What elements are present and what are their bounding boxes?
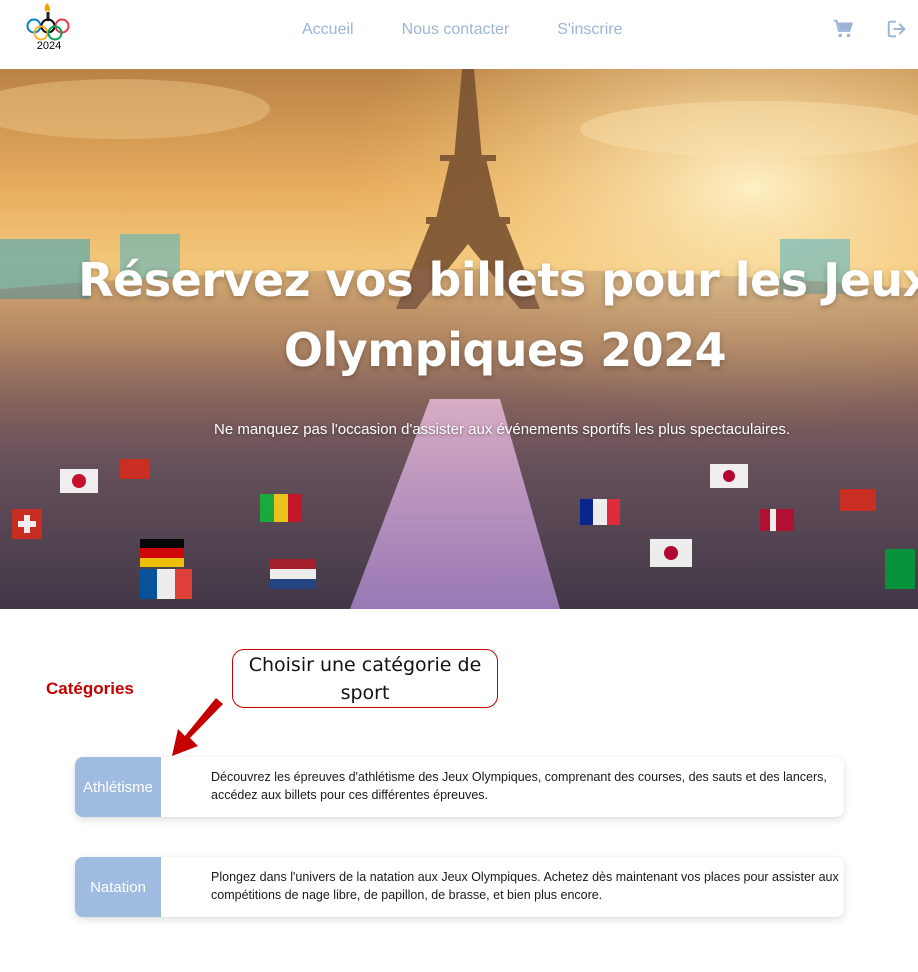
olympic-logo[interactable]: 2024: [22, 2, 76, 52]
categories-heading: Catégories: [46, 679, 134, 698]
category-callout: Choisir une catégorie de sport: [232, 649, 498, 708]
navbar: 2024 Accueil Nous contacter S'inscrire: [0, 0, 918, 69]
hero-subtitle: Ne manquez pas l'occasion d'assister aux…: [213, 421, 790, 438]
nav-link-inscrire[interactable]: S'inscrire: [557, 20, 622, 40]
hero-title: Réservez vos billets pour les Jeux Olymp…: [78, 253, 918, 377]
category-card-natation[interactable]: Natation Plongez dans l'univers de la na…: [75, 857, 844, 917]
category-tab-natation[interactable]: Natation: [75, 857, 161, 917]
category-card-athletisme[interactable]: Athlétisme Découvrez les épreuves d'athl…: [75, 757, 844, 817]
nav-links: Accueil Nous contacter S'inscrire: [302, 20, 622, 40]
nav-icons: [832, 18, 908, 40]
logo-year: 2024: [37, 40, 61, 52]
logout-icon[interactable]: [886, 18, 908, 40]
hero-banner: Réservez vos billets pour les Jeux Olymp…: [0, 69, 918, 609]
nav-link-contact[interactable]: Nous contacter: [402, 20, 510, 40]
nav-link-accueil[interactable]: Accueil: [302, 20, 354, 40]
category-description: Plongez dans l'univers de la natation au…: [211, 870, 839, 902]
category-description: Découvrez les épreuves d'athlétisme des …: [211, 770, 827, 802]
arrow-down-left-icon: [172, 698, 223, 756]
cart-icon[interactable]: [832, 18, 854, 40]
category-tab-athletisme[interactable]: Athlétisme: [75, 757, 161, 817]
